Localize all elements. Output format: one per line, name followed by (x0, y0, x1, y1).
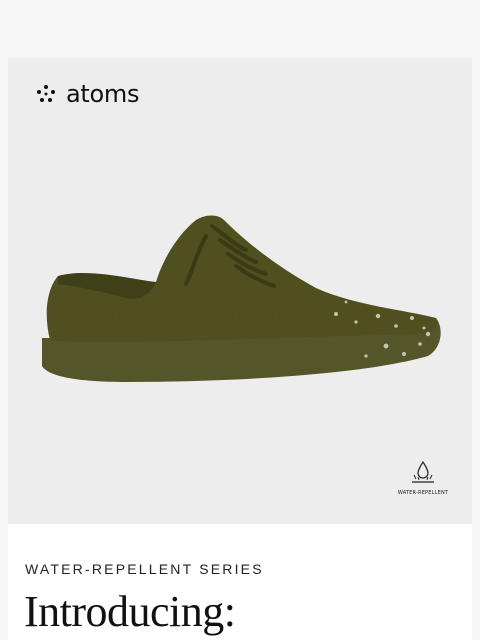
headline: Introducing: (24, 587, 236, 636)
badge-label: WATER-REPELLENT (397, 490, 449, 496)
brand-logo[interactable]: atoms (36, 80, 139, 108)
hero-banner[interactable]: atoms WATER-REPELLENT (8, 58, 472, 524)
brand-name: atoms (66, 80, 140, 108)
water-repellent-badge: WATER-REPELLENT (394, 458, 452, 496)
series-eyebrow: WATER-REPELLENT SERIES (25, 561, 264, 577)
atoms-logo-icon (37, 85, 55, 102)
water-drop-icon (412, 460, 434, 483)
sneaker-product-image (42, 215, 441, 382)
intro-section: WATER-REPELLENT SERIES Introducing: (8, 524, 472, 640)
